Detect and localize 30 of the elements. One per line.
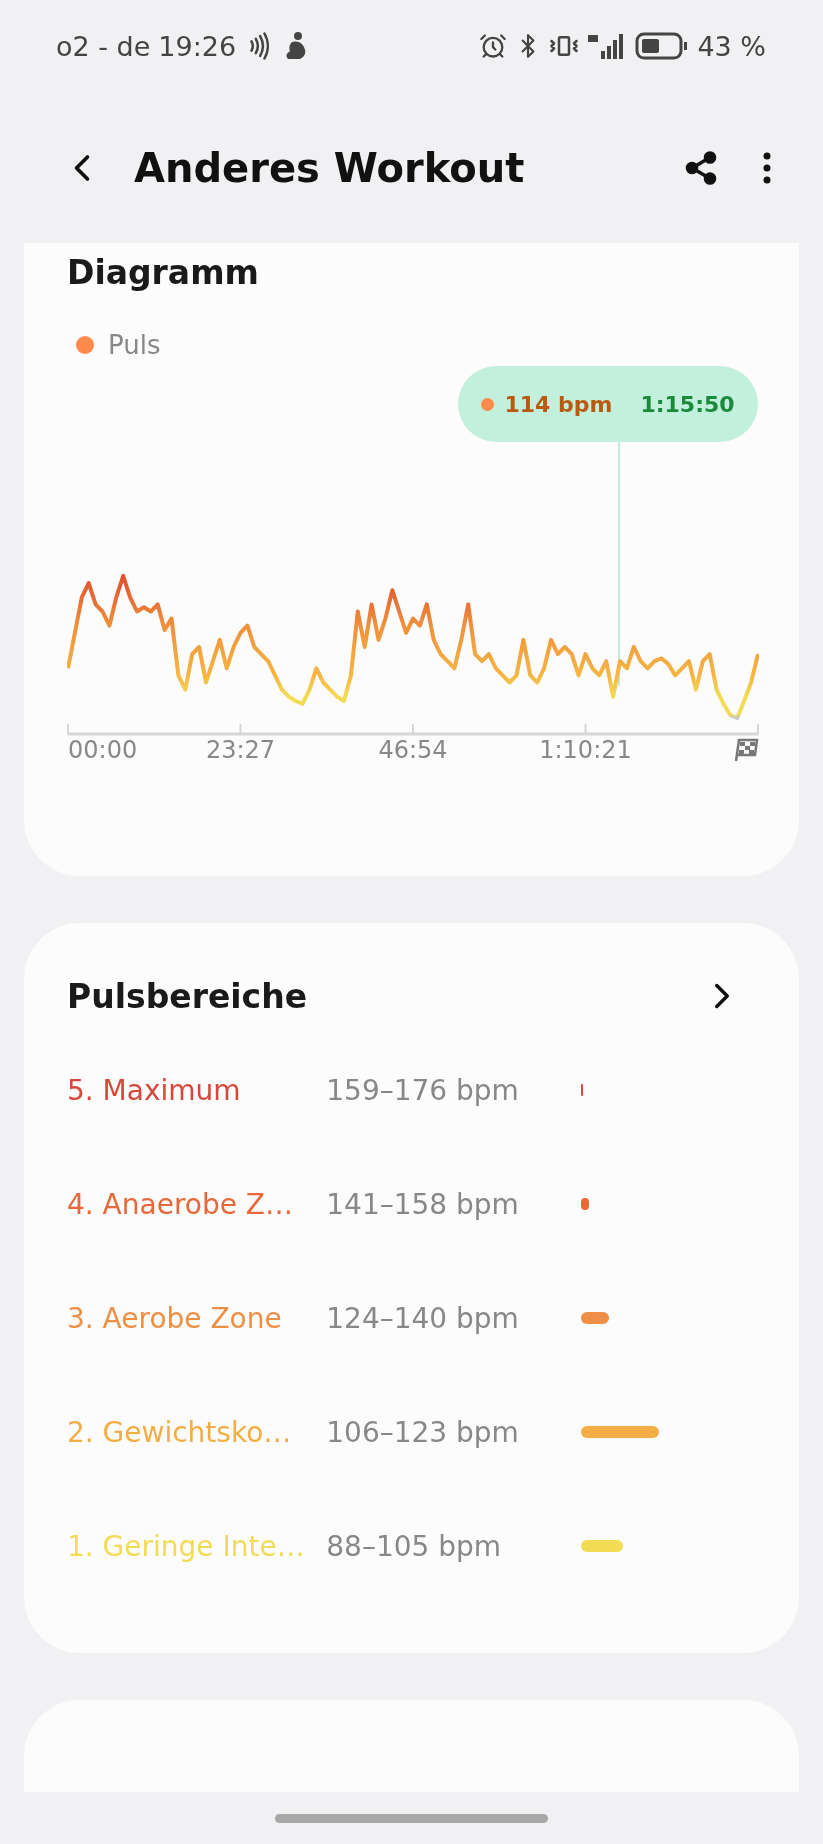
legend-dot (76, 336, 94, 354)
zone-name: 5. Maximum (67, 1073, 242, 1107)
card-title: Diagramm (67, 253, 260, 292)
page-title: Anderes Workout (134, 144, 526, 191)
zone-range: 88–105 bpm (326, 1529, 503, 1563)
share-icon (683, 149, 719, 186)
zone-name: 1. Geringe Inte… (67, 1529, 306, 1563)
zone-range: 159–176 bpm (326, 1073, 520, 1107)
zone-name: 3. Aerobe Zone (67, 1301, 283, 1335)
carrier-name: o2 - de (56, 30, 151, 62)
axis-label: 46:54 (378, 736, 448, 764)
series-dot (481, 397, 495, 411)
legend-label: Puls (108, 330, 161, 360)
battery-percent: 43 % (697, 30, 766, 62)
card-title: Pulsbereiche (67, 976, 308, 1016)
tooltip-value: 114 bpm (504, 391, 613, 417)
clock: 19:26 (158, 30, 237, 62)
tooltip-time: 1:15:50 (640, 391, 735, 417)
finish-flag-icon (733, 738, 759, 762)
battery-icon (635, 31, 690, 61)
axis-label: 23:27 (205, 736, 276, 764)
axis-label: 1:10:21 (539, 736, 632, 764)
zone-range: 141–158 bpm (326, 1187, 520, 1221)
alarm-icon (479, 32, 508, 60)
zone-range: 106–123 bpm (326, 1415, 520, 1449)
more-icon (763, 151, 771, 184)
zone-name: 2. Gewichtsko… (67, 1415, 293, 1449)
zone-name: 4. Anaerobe Z… (67, 1187, 294, 1221)
axis-label: 00:00 (68, 736, 138, 764)
zone-range: 124–140 bpm (326, 1301, 520, 1335)
